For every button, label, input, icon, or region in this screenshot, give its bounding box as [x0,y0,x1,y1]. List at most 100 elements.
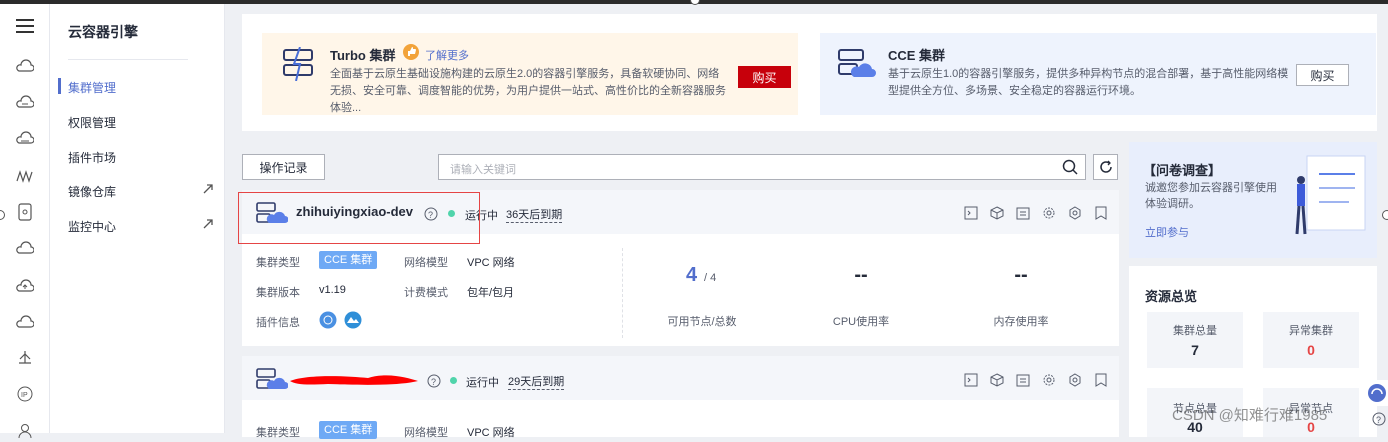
turbo-cluster-promo: Turbo 集群 了解更多 全面基于云原生基础设施构建的云原生2.0的容器引擎服… [262,33,798,115]
watermark: CSDN @知难行难1985 [1172,407,1328,424]
cluster-version-value: v1.19 [319,284,346,296]
package-icon[interactable] [990,373,1004,387]
cluster-type-tag: CCE 集群 [319,421,378,439]
headset-icon [1368,384,1386,402]
running-status-dot [450,377,457,384]
cluster-card[interactable]: ? 运行中 29天后到期 集群类型 CCE 集群 网络模型 VPC 网络 [242,356,1119,439]
memory-usage-label: 内存使用率 [993,316,1049,328]
divider [622,248,623,338]
ip-icon[interactable]: IP [13,382,37,406]
survey-title: 【问卷调查】 [1143,163,1222,178]
search-icon[interactable] [1062,159,1078,178]
cluster-version-label: 集群版本 [256,287,300,299]
cluster-icon [256,366,289,393]
cloud-sync-icon[interactable] [13,310,37,334]
bookmark-icon[interactable] [1094,206,1108,220]
svg-text:?: ? [431,377,436,387]
cpu-usage-label: CPU使用率 [832,316,890,328]
abnormal-cluster-box[interactable]: 异常集群 0 [1263,312,1359,368]
billing-mode-value: 包年/包月 [467,287,515,299]
cloud-server-icon[interactable] [13,90,37,114]
calendar-icon[interactable] [1016,206,1030,220]
turbo-buy-button[interactable]: 购买 [738,66,791,88]
svg-text:?: ? [1376,415,1381,425]
svg-text:IP: IP [21,392,28,399]
total-nodes: / 4 [704,272,717,284]
cloud-service-icon[interactable] [13,54,37,78]
available-nodes: 4 [686,264,698,286]
cloud-backup-icon[interactable] [13,236,37,260]
abnormal-cluster-label: 异常集群 [1289,325,1333,337]
external-link-icon[interactable] [202,218,214,233]
cluster-expire[interactable]: 29天后到期 [508,373,565,390]
cluster-type-label: 集群类型 [256,257,300,269]
learn-more-link[interactable]: 了解更多 [425,47,469,63]
terminal-icon[interactable] [964,206,978,220]
cluster-card[interactable]: zhihuiyingxiao-dev ? 运行中 36天后到期 集群类型 CCE… [238,190,1119,346]
turbo-cluster-icon [278,46,318,84]
calendar-icon[interactable] [1016,373,1030,387]
cce-cluster-title: CCE 集群 [888,48,946,63]
help-icon[interactable]: ? [427,374,441,391]
service-icon-bar: IP [0,4,50,438]
gear-icon[interactable] [1042,206,1056,220]
memory-usage: -- [1014,264,1028,286]
refresh-icon [1099,160,1112,173]
settings-icon[interactable] [1068,373,1082,387]
abnormal-cluster-value: 0 [1307,342,1315,358]
refresh-button[interactable] [1093,154,1118,180]
nav-item-image-repository[interactable]: 镜像仓库 [68,183,116,200]
turbo-cluster-title: Turbo 集群 [330,48,396,63]
search-input[interactable]: 请输入关键词 [438,154,1086,180]
turbo-cluster-description: 全面基于云原生基础设施构建的云原生2.0的容器引擎服务，具备软硬协同、网络无损、… [330,68,726,114]
network-model-label: 网络模型 [404,257,448,269]
survey-illustration [1289,150,1369,243]
plugin-everest-icon[interactable] [344,311,362,332]
cloud-upload-icon[interactable] [13,274,37,298]
help-icon[interactable]: ? [1372,412,1386,429]
customer-service-button[interactable] [1366,380,1388,406]
settings-icon[interactable] [1068,206,1082,220]
survey-card: 【问卷调查】 诚邀您参加云容器引擎使用体验调研。 立即参与 [1129,142,1377,258]
plugin-info-label: 插件信息 [256,317,300,329]
service-title: 云容器引擎 [68,24,138,40]
network-model-label: 网络模型 [404,427,448,439]
cce-buy-button[interactable]: 购买 [1296,64,1349,86]
resize-handle[interactable] [1382,210,1388,220]
cce-cluster-icon [836,47,876,84]
deploy-icon[interactable] [13,346,37,370]
nav-item-monitoring-center[interactable]: 监控中心 [68,218,116,235]
divider [68,59,188,60]
active-indicator [58,78,61,94]
menu-icon[interactable] [13,14,37,38]
cce-cluster-description: 基于云原生1.0的容器引擎服务，提供多种异构节点的混合部署，基于高性能网络模型提… [888,68,1289,97]
bookmark-icon[interactable] [1094,373,1108,387]
nav-item-permission-management[interactable]: 权限管理 [68,114,116,131]
cluster-total-box[interactable]: 集群总量 7 [1147,312,1243,368]
user-icon[interactable] [13,418,37,442]
cce-cluster-promo: CCE 集群 基于云原生1.0的容器引擎服务，提供多种异构节点的混合部署，基于高… [820,33,1376,115]
survey-join-link[interactable]: 立即参与 [1145,224,1189,240]
redacted-cluster-name [288,370,420,391]
terminal-icon[interactable] [964,373,978,387]
cluster-expire[interactable]: 36天后到期 [506,206,563,223]
gear-icon[interactable] [1042,373,1056,387]
cluster-promo-panel: Turbo 集群 了解更多 全面基于云原生基础设施构建的云原生2.0的容器引擎服… [242,14,1377,131]
cpu-usage: -- [854,264,868,286]
thumbs-up-icon [403,44,419,63]
search-placeholder: 请输入关键词 [450,164,516,176]
package-icon[interactable] [990,206,1004,220]
plugin-coredns-icon[interactable] [319,311,337,332]
external-link-icon[interactable] [202,183,214,198]
cluster-total-value: 7 [1191,342,1199,358]
container-icon[interactable] [13,200,37,224]
billing-mode-label: 计费模式 [404,287,448,299]
nav-item-plugin-market[interactable]: 插件市场 [68,149,116,166]
resource-overview-title: 资源总览 [1145,289,1198,304]
nodes-label: 可用节点/总数 [667,316,737,328]
network-model-value: VPC 网络 [467,257,515,269]
operation-record-button[interactable]: 操作记录 [242,154,325,180]
cloud-storage-icon[interactable] [13,126,37,150]
nav-item-cluster-management[interactable]: 集群管理 [68,79,116,96]
network-icon[interactable] [13,164,37,188]
